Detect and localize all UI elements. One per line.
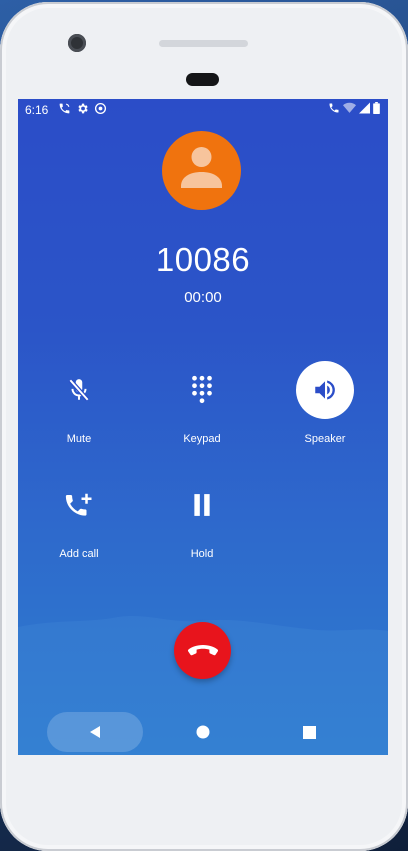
recents-button[interactable]: [289, 712, 329, 752]
home-icon: [196, 725, 210, 739]
person-icon: [181, 147, 222, 188]
speaker-label: Speaker: [304, 433, 346, 445]
signal-icon: [359, 102, 370, 117]
mute-button[interactable]: Mute: [29, 361, 129, 451]
front-camera: [68, 34, 86, 52]
contact-avatar: [162, 131, 241, 210]
end-call-button[interactable]: [174, 622, 231, 679]
hold-button[interactable]: Hold: [152, 476, 252, 566]
earpiece-speaker: [159, 40, 248, 47]
mic-off-icon: [68, 378, 90, 402]
pause-icon: [194, 494, 210, 516]
caller-number: 10086: [155, 241, 251, 278]
mute-label: Mute: [66, 433, 92, 445]
add-call-label: Add call: [59, 548, 99, 560]
dialpad-icon: [192, 375, 212, 404]
recents-icon: [302, 725, 316, 739]
hold-label: Hold: [190, 548, 214, 560]
wifi-calling-icon: [58, 102, 71, 118]
phone-frame: 6:16 10086 00:00 Mute Keypad Speaker Add…: [0, 2, 408, 851]
back-button[interactable]: [75, 712, 115, 752]
add-call-icon: [65, 493, 92, 516]
status-bar: 6:16: [18, 99, 388, 121]
wifi-icon: [343, 102, 356, 117]
status-time: 6:16: [25, 103, 49, 117]
navigation-bar: [18, 709, 388, 755]
home-button[interactable]: [183, 712, 223, 752]
volume-up-icon: [315, 380, 335, 400]
wifi-calling-icon: [328, 102, 340, 117]
sync-icon: [94, 102, 107, 118]
keypad-label: Keypad: [183, 433, 221, 445]
proximity-sensor: [186, 73, 219, 86]
keypad-button[interactable]: Keypad: [152, 361, 252, 451]
back-icon: [90, 726, 100, 738]
settings-icon: [76, 102, 89, 118]
add-call-button[interactable]: Add call: [29, 476, 129, 566]
call-duration: 00:00: [184, 289, 222, 306]
end-call-icon: [187, 644, 218, 655]
call-screen: 6:16 10086 00:00 Mute Keypad Speaker Add…: [18, 99, 388, 755]
speaker-button[interactable]: Speaker: [275, 361, 375, 451]
battery-icon: [373, 102, 380, 117]
